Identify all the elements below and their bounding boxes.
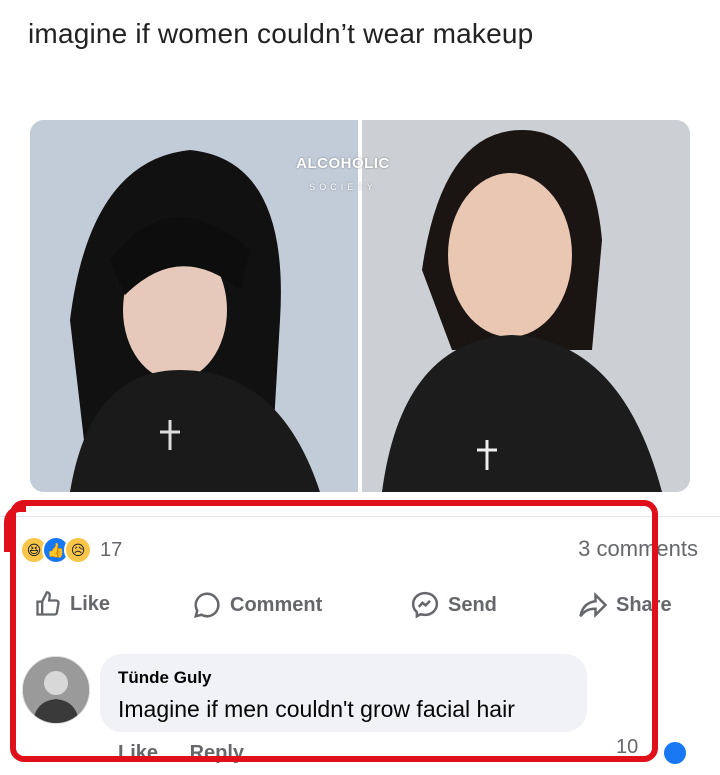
comment-icon xyxy=(193,592,220,619)
comment-text: Imagine if men couldn't grow facial hair xyxy=(118,696,515,722)
watermark-logo: ALCOHOLIC SOCIETY xyxy=(288,155,398,192)
share-icon xyxy=(579,591,608,619)
send-label: Send xyxy=(448,593,497,616)
watermark-subtitle: SOCIETY xyxy=(309,182,377,192)
comment-bubble: Tünde Guly Imagine if men couldn't grow … xyxy=(100,654,587,732)
comment-button[interactable]: Comment xyxy=(192,590,322,620)
comment-reaction-count: 10 xyxy=(616,736,639,758)
comment-reply-button[interactable]: Reply xyxy=(190,742,244,764)
comment-author[interactable]: Tünde Guly xyxy=(118,668,212,688)
like-reaction-icon xyxy=(662,740,688,766)
share-button[interactable]: Share xyxy=(578,590,672,620)
comment-like-button[interactable]: Like xyxy=(118,742,158,764)
send-button[interactable]: Send xyxy=(410,590,497,620)
comment-actions: Like Reply xyxy=(118,742,270,765)
highlight-annotation-corner xyxy=(4,506,26,552)
like-button[interactable]: Like xyxy=(34,590,110,618)
post-actions: Like Comment Send Share xyxy=(0,590,720,626)
reactions-summary[interactable]: 😆 👍 😥 17 xyxy=(20,536,122,564)
thumbs-up-icon xyxy=(36,591,60,616)
sad-reaction-icon: 😥 xyxy=(64,536,92,564)
watermark-title: ALCOHOLIC xyxy=(296,155,390,172)
like-label: Like xyxy=(70,592,111,615)
share-label: Share xyxy=(616,593,672,616)
divider xyxy=(0,516,720,517)
post-caption: imagine if women couldn’t wear makeup xyxy=(28,18,534,49)
reaction-count: 17 xyxy=(100,538,123,561)
comments-count[interactable]: 3 comments xyxy=(578,536,698,562)
avatar[interactable] xyxy=(22,656,90,724)
photo-without-makeup[interactable] xyxy=(362,120,690,492)
messenger-icon xyxy=(411,591,439,619)
comment-label: Comment xyxy=(230,593,323,616)
